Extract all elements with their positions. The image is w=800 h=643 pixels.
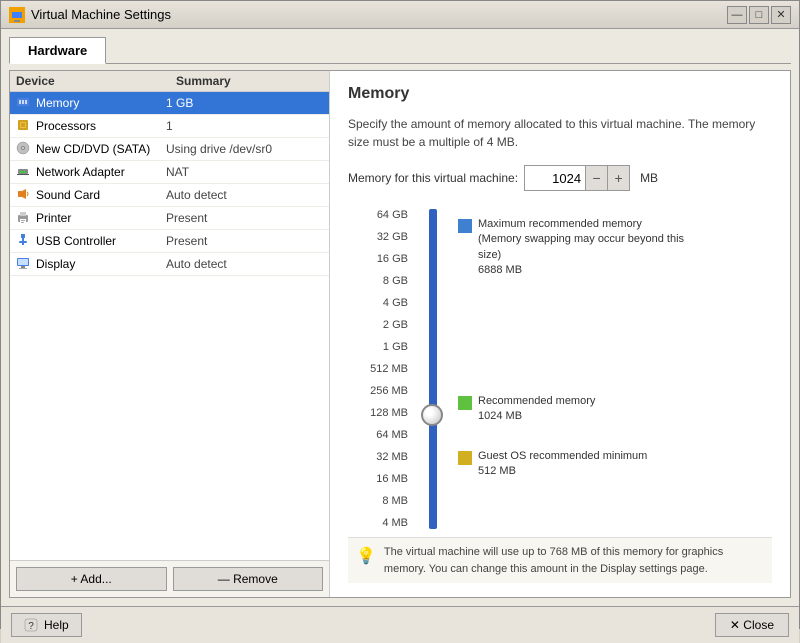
device-table: Device Summary Mem — [10, 71, 329, 560]
legend-guest-value: 512 MB — [478, 464, 647, 479]
maximize-button[interactable]: □ — [749, 6, 769, 24]
title-bar-buttons: — □ ✕ — [727, 6, 791, 24]
left-buttons: + Add... — Remove — [10, 560, 329, 597]
legend-guest-box — [458, 451, 472, 465]
close-label: ✕ Close — [730, 618, 774, 632]
legend-recommended-label: Recommended memory — [478, 394, 595, 409]
main-window: Virtual Machine Settings — □ ✕ Hardware … — [0, 0, 800, 629]
device-row-cdvd[interactable]: New CD/DVD (SATA) Using drive /dev/sr0 — [10, 138, 329, 161]
memory-device-summary: 1 GB — [166, 96, 323, 110]
slider-thumb[interactable] — [421, 404, 443, 426]
cdvd-device-name: New CD/DVD (SATA) — [36, 142, 166, 156]
slider-track-area[interactable] — [418, 209, 448, 529]
add-button[interactable]: + Add... — [16, 567, 167, 591]
processors-icon — [16, 118, 32, 134]
help-label: Help — [44, 618, 69, 632]
processors-device-name: Processors — [36, 119, 166, 133]
device-row-memory[interactable]: Memory 1 GB — [10, 92, 329, 115]
left-panel: Device Summary Mem — [10, 71, 330, 597]
legend-guest-label: Guest OS recommended minimum — [478, 449, 647, 464]
sound-icon — [16, 187, 32, 203]
device-row-display[interactable]: Display Auto detect — [10, 253, 329, 276]
slider-labels: 64 GB 32 GB 16 GB 8 GB 4 GB 2 GB 1 GB 51… — [348, 209, 408, 529]
memory-value-input[interactable] — [525, 169, 585, 188]
legend-recommended-value: 1024 MB — [478, 409, 595, 424]
legend-max-value: 6888 MB — [478, 263, 688, 278]
slider-section: 64 GB 32 GB 16 GB 8 GB 4 GB 2 GB 1 GB 51… — [348, 209, 772, 529]
legend-max-sublabel: (Memory swapping may occur beyond this s… — [478, 232, 688, 263]
legend-guest-min: Guest OS recommended minimum 512 MB — [458, 449, 647, 480]
main-content: Device Summary Mem — [9, 70, 791, 598]
display-device-name: Display — [36, 257, 166, 271]
title-bar: Virtual Machine Settings — □ ✕ — [1, 1, 799, 29]
network-device-name: Network Adapter — [36, 165, 166, 179]
section-description: Specify the amount of memory allocated t… — [348, 115, 772, 151]
section-title: Memory — [348, 85, 772, 103]
device-table-header: Device Summary — [10, 71, 329, 92]
bottom-note: 💡 The virtual machine will use up to 768… — [348, 537, 772, 583]
memory-decrease-button[interactable]: − — [585, 166, 607, 190]
memory-icon — [16, 95, 32, 111]
bottom-bar: ? Help ✕ Close — [1, 606, 799, 643]
printer-device-name: Printer — [36, 211, 166, 225]
sound-device-name: Sound Card — [36, 188, 166, 202]
tabs-row: Hardware — [9, 37, 791, 64]
bottom-note-text: The virtual machine will use up to 768 M… — [384, 544, 764, 577]
tab-hardware[interactable]: Hardware — [9, 37, 106, 64]
device-row-usb[interactable]: USB Controller Present — [10, 230, 329, 253]
vm-icon — [9, 7, 25, 23]
usb-device-name: USB Controller — [36, 234, 166, 248]
memory-unit-label: MB — [640, 171, 658, 185]
help-button[interactable]: ? Help — [11, 613, 82, 637]
printer-device-summary: Present — [166, 211, 323, 225]
remove-button[interactable]: — Remove — [173, 567, 324, 591]
help-icon: ? — [24, 618, 38, 632]
cdvd-device-summary: Using drive /dev/sr0 — [166, 142, 323, 156]
usb-icon — [16, 233, 32, 249]
display-device-summary: Auto detect — [166, 257, 323, 271]
legend-max-box — [458, 219, 472, 233]
processors-device-summary: 1 — [166, 119, 323, 133]
col-summary-header: Summary — [176, 74, 323, 88]
slider-legend: Maximum recommended memory (Memory swapp… — [458, 209, 688, 529]
network-device-summary: NAT — [166, 165, 323, 179]
legend-recommended: Recommended memory 1024 MB — [458, 394, 595, 425]
lightbulb-icon: 💡 — [356, 545, 376, 569]
device-row-printer[interactable]: Printer Present — [10, 207, 329, 230]
device-row-network[interactable]: Network Adapter NAT — [10, 161, 329, 184]
legend-max-recommended: Maximum recommended memory (Memory swapp… — [458, 217, 688, 279]
device-row-sound[interactable]: Sound Card Auto detect — [10, 184, 329, 207]
memory-input-group: − + — [524, 165, 630, 191]
col-device-header: Device — [16, 74, 176, 88]
network-icon — [16, 164, 32, 180]
memory-device-name: Memory — [36, 96, 166, 110]
device-row-processors[interactable]: Processors 1 — [10, 115, 329, 138]
memory-increase-button[interactable]: + — [607, 166, 629, 190]
svg-text:?: ? — [28, 621, 34, 632]
content-area: Hardware Device Summary — [1, 29, 799, 606]
legend-recommended-box — [458, 396, 472, 410]
window-title: Virtual Machine Settings — [31, 7, 171, 22]
title-bar-left: Virtual Machine Settings — [9, 7, 171, 23]
slider-track — [429, 209, 437, 529]
sound-device-summary: Auto detect — [166, 188, 323, 202]
close-window-button[interactable]: ✕ — [771, 6, 791, 24]
usb-device-summary: Present — [166, 234, 323, 248]
memory-input-label: Memory for this virtual machine: — [348, 171, 518, 185]
close-button[interactable]: ✕ Close — [715, 613, 789, 637]
display-icon — [16, 256, 32, 272]
right-panel: Memory Specify the amount of memory allo… — [330, 71, 790, 597]
cdvd-icon — [16, 141, 32, 157]
minimize-button[interactable]: — — [727, 6, 747, 24]
printer-icon — [16, 210, 32, 226]
memory-input-row: Memory for this virtual machine: − + MB — [348, 165, 772, 191]
legend-max-label: Maximum recommended memory — [478, 217, 688, 232]
